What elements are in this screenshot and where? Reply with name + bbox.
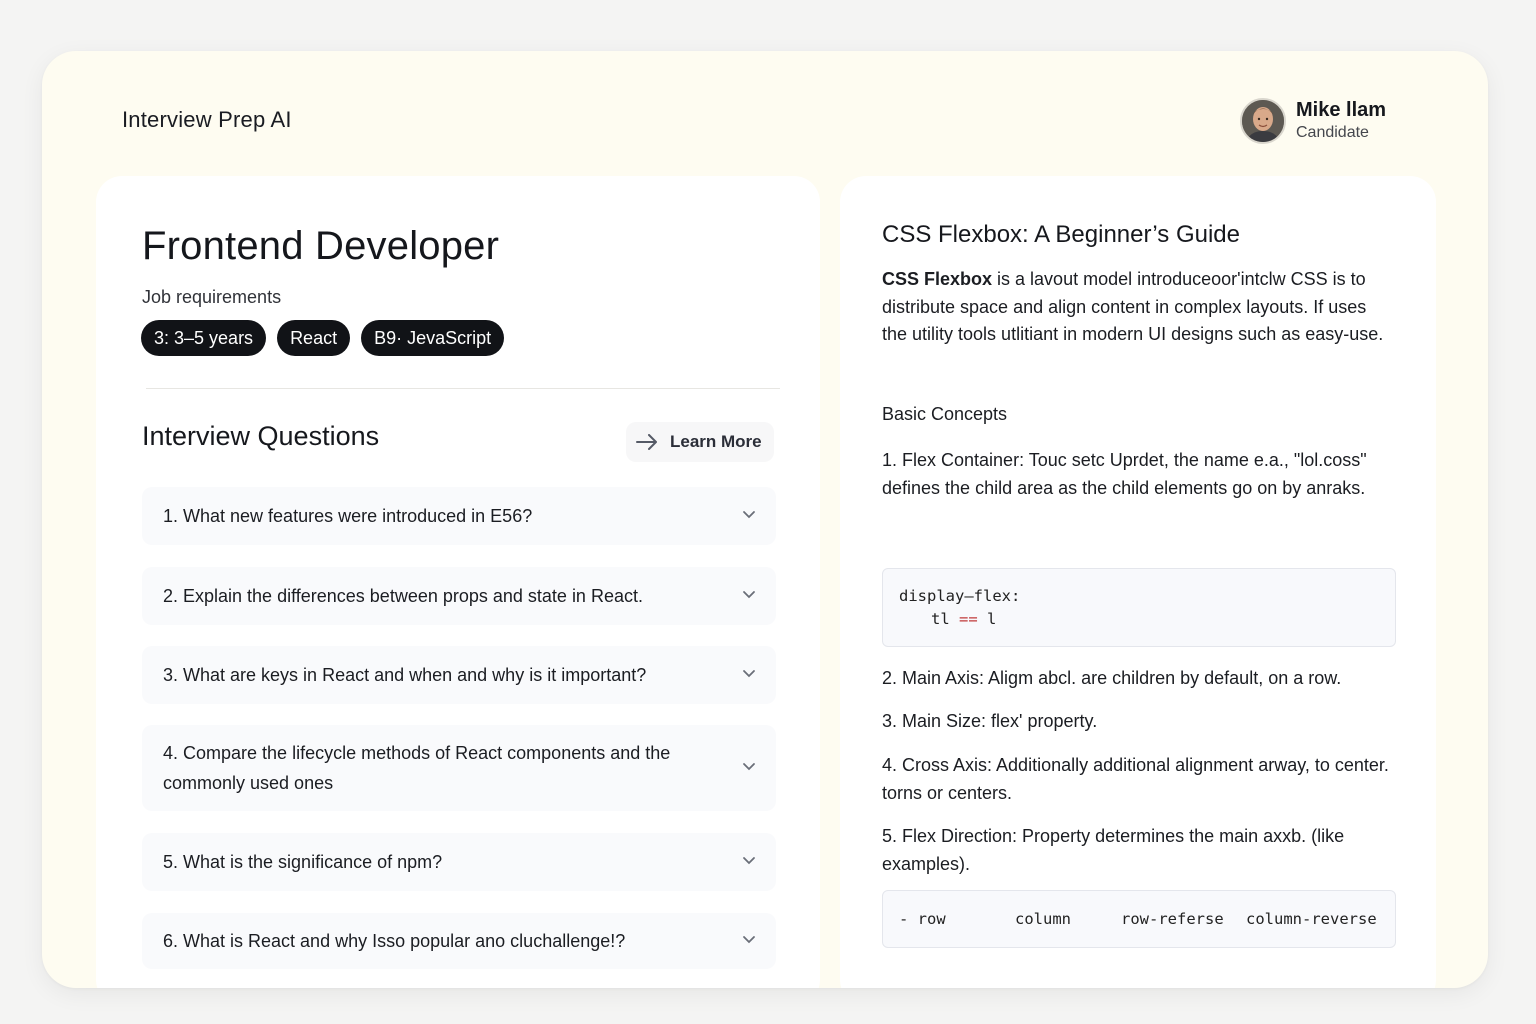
question-item-2[interactable]: 2. Explain the differences between props… (142, 567, 776, 625)
arrow-right-icon (636, 434, 657, 450)
code-value-row: - row (899, 910, 946, 928)
question-text: 4. Compare the lifecycle methods of Reac… (163, 743, 671, 793)
question-item-5[interactable]: 5. What is the significance of npm? (142, 833, 776, 891)
question-text: 2. Explain the differences between props… (163, 586, 643, 606)
chevron-down-icon (743, 591, 755, 599)
chip-react[interactable]: React (277, 320, 351, 356)
user-profile[interactable]: Mike llam Candidate (1240, 98, 1386, 144)
learn-more-label: Learn More (670, 432, 762, 451)
avatar[interactable] (1240, 98, 1286, 144)
app-window: Interview Prep AI Mike llam Candidate Fr… (42, 51, 1488, 988)
concept-label: 2. Main Axis: (882, 668, 985, 688)
question-text: 5. What is the significance of npm? (163, 852, 443, 872)
question-item-4[interactable]: 4. Compare the lifecycle methods of Reac… (142, 725, 776, 811)
requirements-label: Job requirements (142, 287, 282, 307)
guide-title: CSS Flexbox: A Beginner’s Guide (882, 221, 1240, 248)
code-token: l (977, 610, 997, 628)
question-text: 6. What is React and why Isso popular an… (163, 931, 626, 951)
concept-label: 3. Main Size: (882, 711, 987, 731)
code-value-column: column (1015, 910, 1071, 928)
concept-main-axis: 2. Main Axis: Aligm abcl. are children b… (882, 665, 1392, 693)
concept-flex-container: 1. Flex Container: Touс setc Uprdet, the… (882, 447, 1392, 502)
concept-main-size: 3. Main Size: flex' property. (882, 708, 1392, 736)
concept-text: flex' property. (986, 711, 1098, 731)
intro-strong: CSS Flexbox (882, 269, 993, 289)
chevron-down-icon (743, 936, 755, 944)
chip-javascript[interactable]: B9· JevaScript (361, 320, 505, 356)
user-name: Mike llam (1296, 99, 1387, 121)
code-line: display–flex: (899, 587, 1021, 605)
guide-card: CSS Flexbox: A Beginner’s Guide CSS Flex… (840, 176, 1436, 988)
basic-concepts-heading: Basic Concepts (882, 404, 1008, 424)
chevron-down-icon (743, 763, 755, 771)
question-item-3[interactable]: 3. What are keys in React and when and w… (142, 646, 776, 704)
user-role: Candidate (1296, 124, 1369, 141)
question-item-6[interactable]: 6. What is React and why Isso popular an… (142, 913, 776, 969)
concept-label: 1. Flex Container: (882, 450, 1025, 470)
concept-label: 4. Cross Axis: (882, 755, 993, 775)
job-title: Frontend Developer (142, 224, 500, 268)
job-card: Frontend Developer Job requirements 3: 3… (96, 176, 820, 988)
question-item-1[interactable]: 1. What new features were introduced in … (142, 487, 776, 545)
learn-more-button[interactable]: Learn More (626, 422, 774, 462)
concept-flex-direction: 5. Flex Direction: Property determines t… (882, 823, 1392, 878)
code-line: tl == l (899, 608, 1379, 631)
concept-cross-axis: 4. Cross Axis: Additionally additional a… (882, 752, 1392, 807)
code-value-column-reverse: column-reverse (1246, 910, 1377, 928)
code-value-row-reverse: row-referse (1121, 910, 1224, 928)
chip-experience[interactable]: 3: 3–5 years (141, 320, 267, 356)
code-block-flex-direction: - row column row-referse column-reverse (882, 890, 1396, 948)
requirement-chips: 3: 3–5 years React B9· JevaScript (141, 320, 505, 356)
chevron-down-icon (743, 670, 755, 678)
code-token: tl (931, 610, 959, 628)
question-text: 1. What new features were introduced in … (163, 506, 533, 526)
divider (146, 388, 780, 389)
code-block-display-flex: display–flex: tl == l (882, 568, 1396, 647)
concept-label: 5. Flex Direction: (882, 826, 1018, 846)
question-text: 3. What are keys in React and when and w… (163, 665, 647, 685)
questions-heading: Interview Questions (142, 421, 380, 451)
app-brand: Interview Prep AI (122, 107, 292, 132)
chevron-down-icon (743, 511, 755, 519)
concept-text: Aligm abcl. are children by default, on … (984, 668, 1342, 688)
code-operator: == (959, 610, 978, 628)
chevron-down-icon (743, 857, 755, 865)
guide-intro: CSS Flexbox is a lavout model introduceo… (882, 266, 1392, 349)
